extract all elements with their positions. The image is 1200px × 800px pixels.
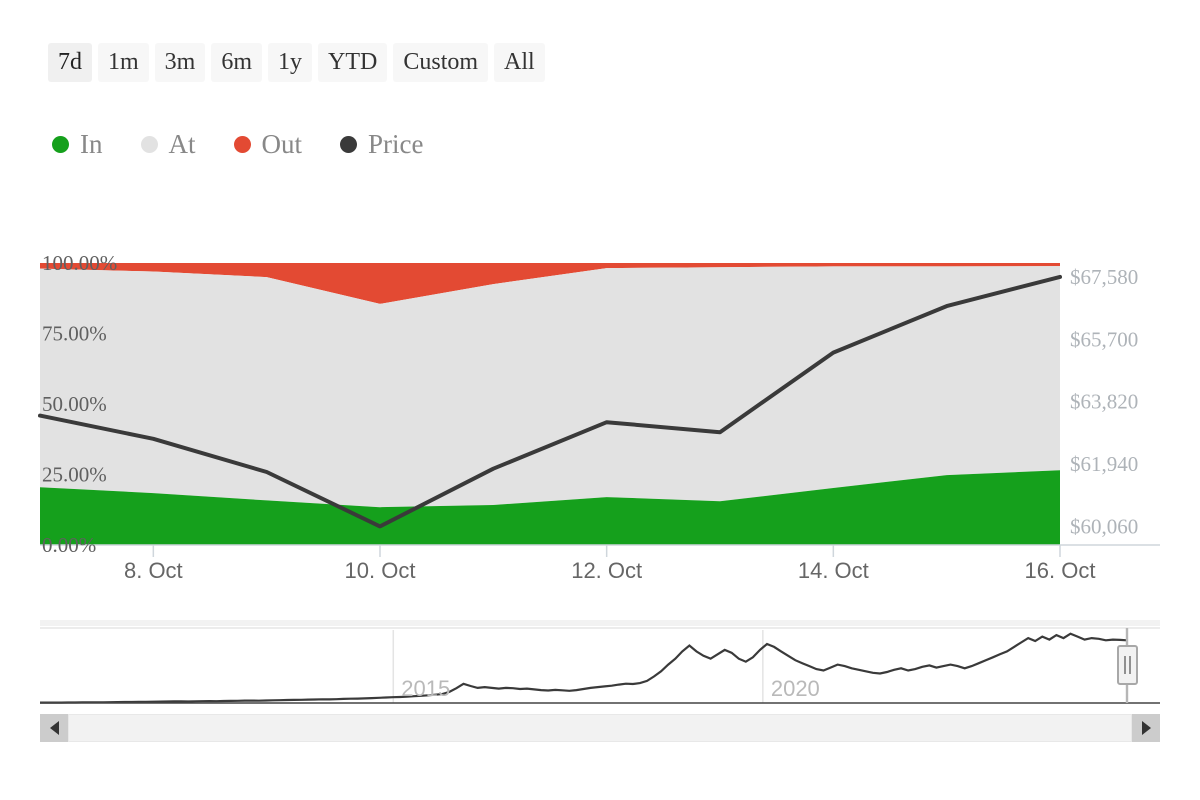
- range-button-3m[interactable]: 3m: [155, 43, 206, 82]
- legend-item-out[interactable]: Out: [234, 131, 303, 158]
- legend-dot-icon-out: [234, 136, 251, 153]
- navigator-year-label: 2015: [401, 676, 450, 701]
- range-button-7d[interactable]: 7d: [48, 43, 92, 82]
- y-axis-right-labels: $60,060 $61,940 $63,820 $65,700 $67,580: [1070, 265, 1138, 538]
- legend-label-out: Out: [262, 131, 303, 158]
- area-band-at[interactable]: [40, 266, 1060, 507]
- legend-label-at: At: [169, 131, 196, 158]
- y-axis-left-tick-label: 50.00%: [42, 392, 107, 416]
- range-button-custom[interactable]: Custom: [393, 43, 488, 82]
- scrollbar-thumb[interactable]: [68, 714, 1132, 742]
- legend-dot-icon-price: [340, 136, 357, 153]
- navigator-year-label: 2020: [771, 676, 820, 701]
- chart-canvas[interactable]: 0.00%25.00%50.00%75.00%100.00% $60,060$6…: [0, 230, 1200, 600]
- y-axis-left-tick-label: 25.00%: [42, 463, 107, 487]
- chart-legend: In At Out Price: [52, 131, 423, 158]
- legend-label-in: In: [80, 131, 103, 158]
- scrollbar-left-arrow-icon[interactable]: [40, 714, 68, 742]
- range-button-1y[interactable]: 1y: [268, 43, 312, 82]
- x-axis-tick-label: 16. Oct: [1025, 558, 1096, 583]
- chart-scrollbar[interactable]: [40, 714, 1160, 742]
- y-axis-left-tick-label: 0.00%: [42, 533, 96, 557]
- legend-dot-icon-at: [141, 136, 158, 153]
- x-axis: [40, 545, 1160, 557]
- y-axis-right-tick-label: $65,700: [1070, 327, 1138, 351]
- x-axis-tick-label: 8. Oct: [124, 558, 183, 583]
- stacked-area-bands: [40, 263, 1060, 545]
- range-selector: 7d 1m 3m 6m 1y YTD Custom All: [48, 43, 545, 82]
- legend-item-at[interactable]: At: [141, 131, 196, 158]
- x-axis-tick-label: 14. Oct: [798, 558, 869, 583]
- legend-dot-icon-in: [52, 136, 69, 153]
- navigator-handle-grip[interactable]: [1118, 646, 1137, 684]
- chart-navigator[interactable]: 2015 2020: [40, 620, 1160, 712]
- range-button-6m[interactable]: 6m: [211, 43, 262, 82]
- scrollbar-right-arrow-icon[interactable]: [1132, 714, 1160, 742]
- main-chart[interactable]: 0.00%25.00%50.00%75.00%100.00% $60,060$6…: [0, 230, 1200, 600]
- y-axis-left-tick-label: 75.00%: [42, 322, 107, 346]
- legend-item-price[interactable]: Price: [340, 131, 423, 158]
- x-axis-labels: 8. Oct 10. Oct 12. Oct 14. Oct 16. Oct: [124, 558, 1095, 583]
- legend-item-in[interactable]: In: [52, 131, 103, 158]
- chart-page: 7d 1m 3m 6m 1y YTD Custom All In At Out …: [0, 0, 1200, 800]
- y-axis-right-tick-label: $60,060: [1070, 514, 1138, 538]
- scrollbar-track[interactable]: [68, 714, 1132, 742]
- y-axis-right-tick-label: $61,940: [1070, 452, 1138, 476]
- navigator-price-path: [40, 634, 1127, 703]
- range-button-1m[interactable]: 1m: [98, 43, 149, 82]
- x-axis-tick-label: 12. Oct: [571, 558, 642, 583]
- navigator-top-band: [40, 620, 1160, 626]
- range-button-all[interactable]: All: [494, 43, 545, 82]
- y-axis-left-tick-label: 100.00%: [42, 251, 117, 275]
- y-axis-right-tick-label: $67,580: [1070, 265, 1138, 289]
- navigator-year-labels: 2015 2020: [401, 676, 820, 701]
- range-button-ytd[interactable]: YTD: [318, 43, 387, 82]
- legend-label-price: Price: [368, 131, 423, 158]
- navigator-canvas[interactable]: 2015 2020: [40, 620, 1160, 712]
- x-axis-tick-label: 10. Oct: [345, 558, 416, 583]
- y-axis-right-tick-label: $63,820: [1070, 390, 1138, 414]
